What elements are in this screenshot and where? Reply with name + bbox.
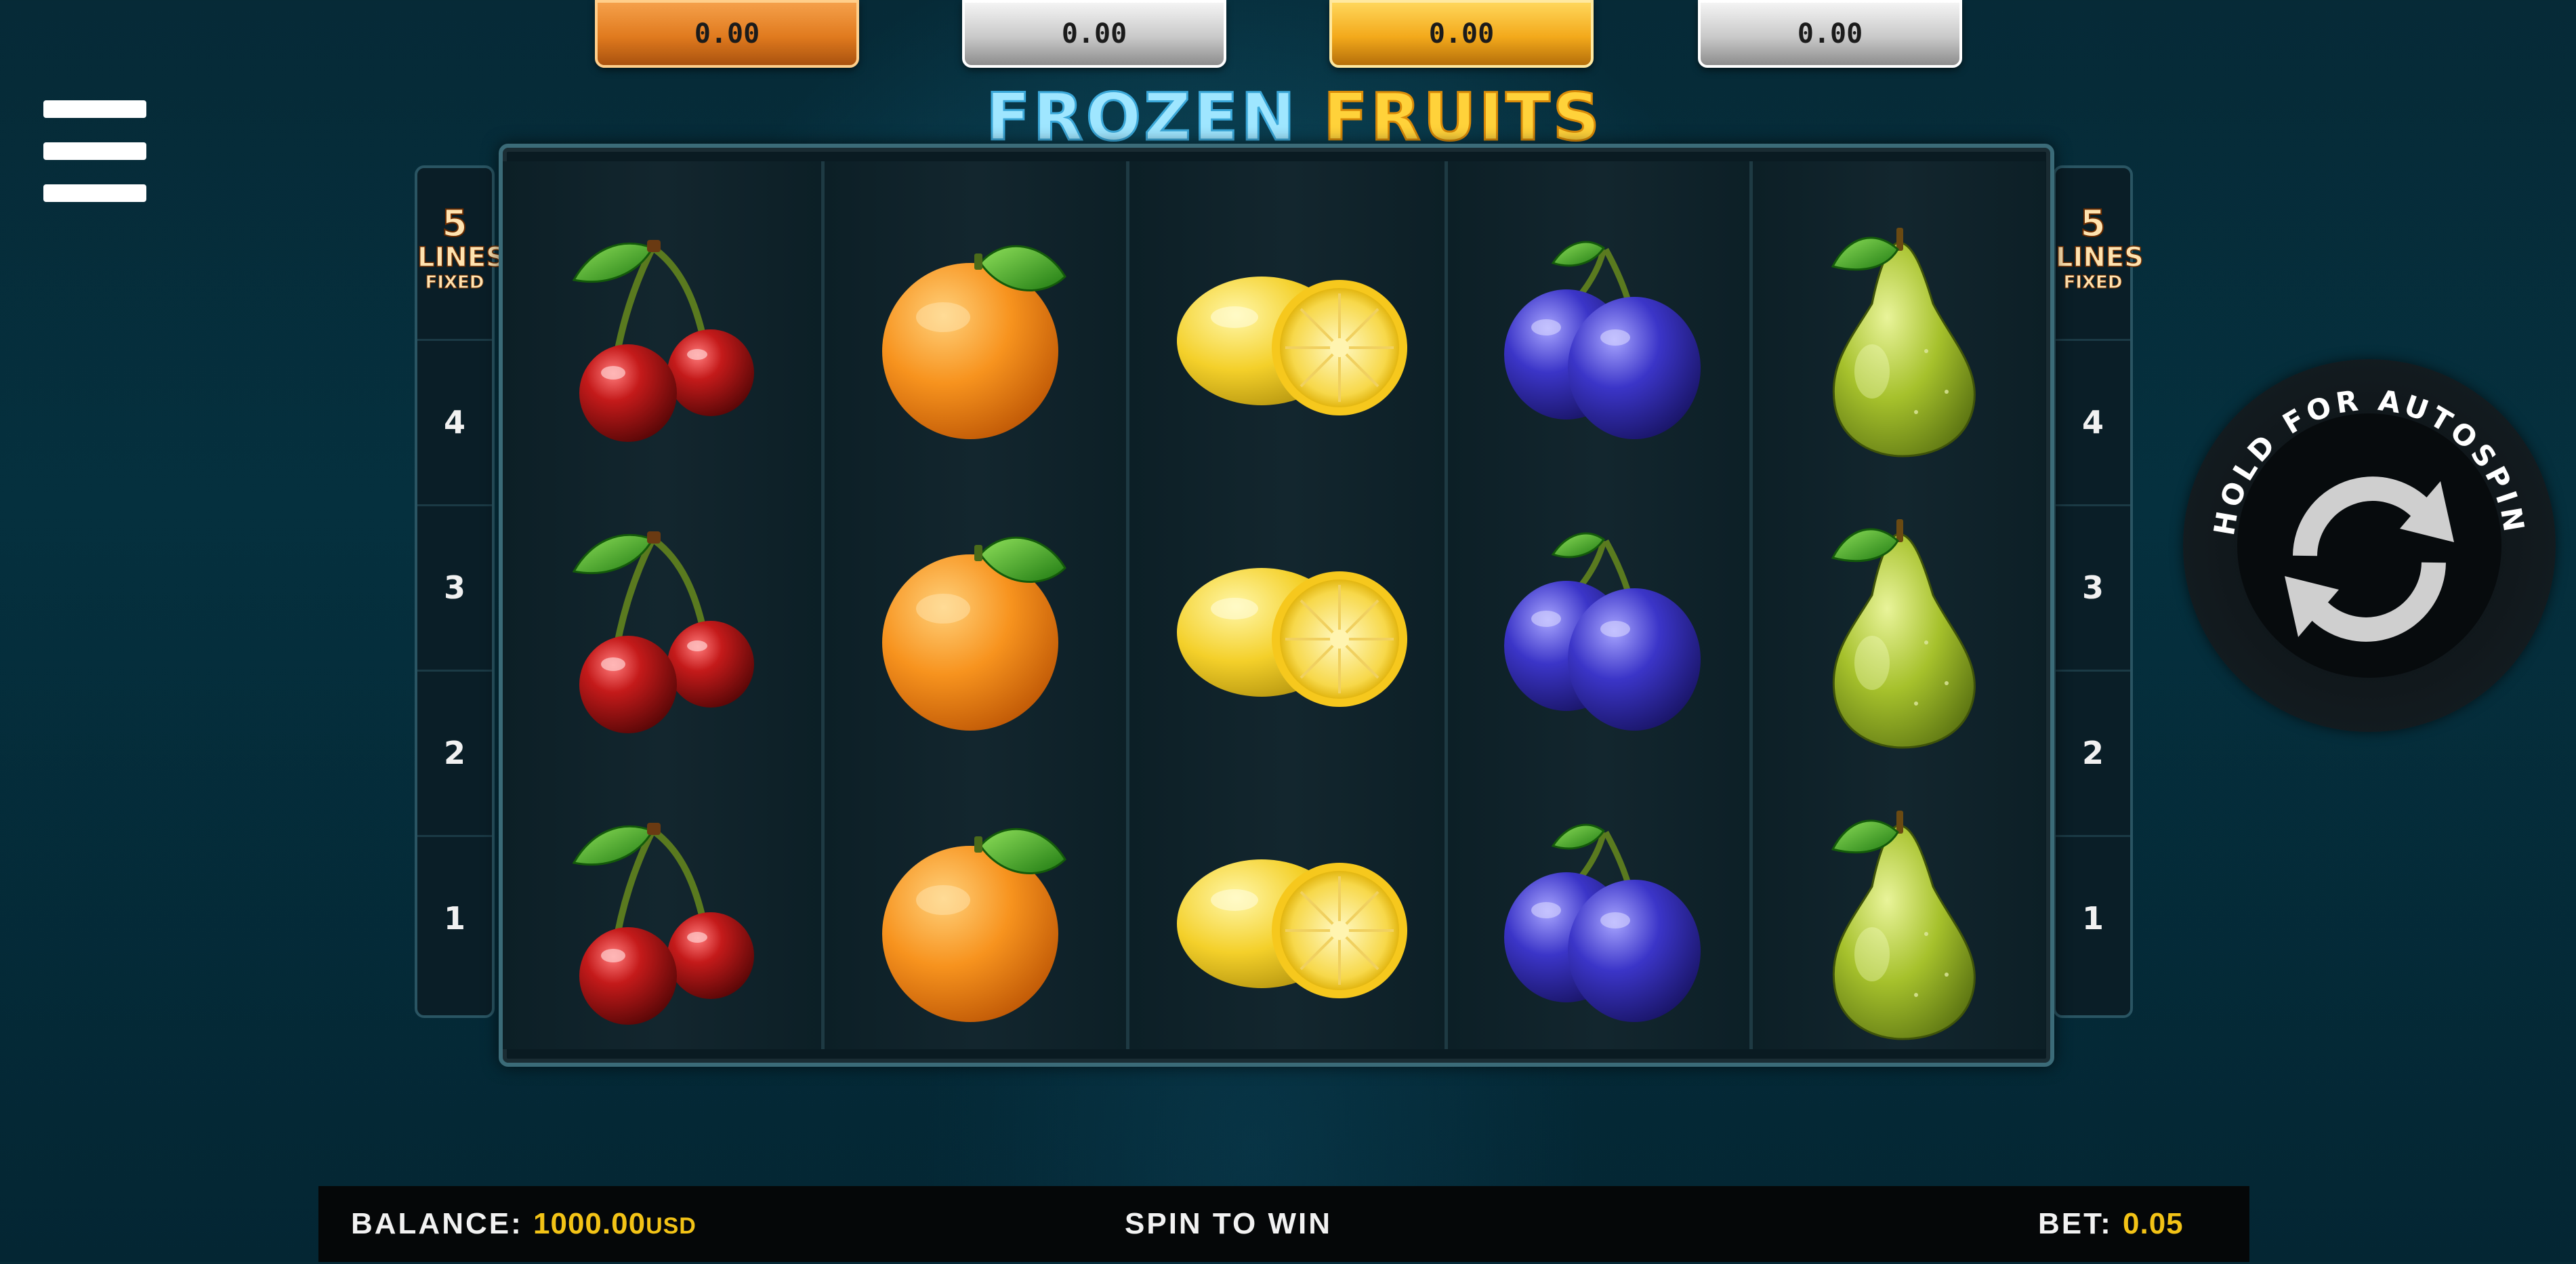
- reel-2: [821, 161, 1129, 1049]
- cherry-symbol: [526, 487, 797, 758]
- lines-label: LINES: [2055, 242, 2144, 273]
- lines-label: LINES: [417, 242, 505, 273]
- status-message: SPIN TO WIN: [1125, 1207, 1332, 1240]
- lines-fixed-label: FIXED: [425, 272, 484, 293]
- lines-count: 5: [441, 202, 468, 245]
- reel-1: [503, 161, 821, 1049]
- lines-count: 5: [2079, 202, 2106, 245]
- jackpot-value: 0.00: [1797, 18, 1863, 49]
- jackpot-display-3: 0.00: [1329, 0, 1594, 68]
- refresh-spin-icon: [2285, 476, 2454, 642]
- payline-number: 1: [2056, 835, 2130, 1000]
- pear-symbol: [1764, 487, 2035, 758]
- payline-number: 3: [2056, 504, 2130, 669]
- balance-label: BALANCE:: [351, 1207, 523, 1240]
- balance-display: BALANCE: 1000.00USD: [351, 1186, 697, 1262]
- jackpot-display-4: 0.00: [1698, 0, 1962, 68]
- orange-symbol: [842, 778, 1113, 1049]
- status-bar: BALANCE: 1000.00USD SPIN TO WIN BET: 0.0…: [318, 1186, 2249, 1262]
- cherry-symbol: [526, 778, 797, 1049]
- hamburger-menu-icon[interactable]: [43, 100, 149, 209]
- orange-symbol: [842, 195, 1113, 466]
- pear-symbol: [1764, 778, 2035, 1049]
- reel-3: [1126, 161, 1448, 1049]
- autospin-button[interactable]: HOLD FOR AUTOSPIN: [2183, 359, 2556, 732]
- jackpot-value: 0.00: [1428, 18, 1495, 49]
- plum-symbol: [1465, 778, 1736, 1049]
- cherry-symbol: [526, 195, 797, 466]
- reels-grid: [499, 144, 2054, 1067]
- balance-currency: USD: [646, 1213, 697, 1239]
- bet-value: 0.05: [2123, 1207, 2184, 1240]
- jackpot-display-2: 0.00: [962, 0, 1226, 68]
- paylines-panel-right: 5 LINES FIXED 4 3 2 1: [2053, 165, 2144, 1018]
- orange-symbol: [842, 487, 1113, 758]
- lemon-symbol: [1153, 487, 1424, 758]
- payline-number: 2: [2056, 670, 2130, 834]
- lines-header: 5 LINES FIXED: [417, 202, 505, 340]
- jackpot-display-1: 0.00: [595, 0, 859, 68]
- lemon-symbol: [1153, 778, 1424, 1049]
- payline-number: 4: [417, 339, 492, 504]
- lemon-symbol: [1153, 195, 1424, 466]
- reel-4: [1445, 161, 1753, 1049]
- lines-header: 5 LINES FIXED: [2055, 202, 2144, 340]
- plum-symbol: [1465, 195, 1736, 466]
- pear-symbol: [1764, 195, 2035, 466]
- jackpot-value: 0.00: [694, 18, 760, 49]
- payline-number: 4: [2056, 339, 2130, 504]
- lines-fixed-label: FIXED: [2063, 272, 2123, 293]
- paylines-panel-left: 5 LINES FIXED 4 3 2 1: [415, 165, 506, 1018]
- payline-number: 3: [417, 504, 492, 669]
- bet-display[interactable]: BET: 0.05: [2038, 1186, 2184, 1262]
- payline-number: 2: [417, 670, 492, 834]
- payline-number: 1: [417, 835, 492, 1000]
- balance-value: 1000.00: [533, 1207, 646, 1240]
- plum-symbol: [1465, 487, 1736, 758]
- bet-label: BET:: [2038, 1207, 2113, 1240]
- reel-5: [1749, 161, 2045, 1049]
- jackpot-value: 0.00: [1061, 18, 1127, 49]
